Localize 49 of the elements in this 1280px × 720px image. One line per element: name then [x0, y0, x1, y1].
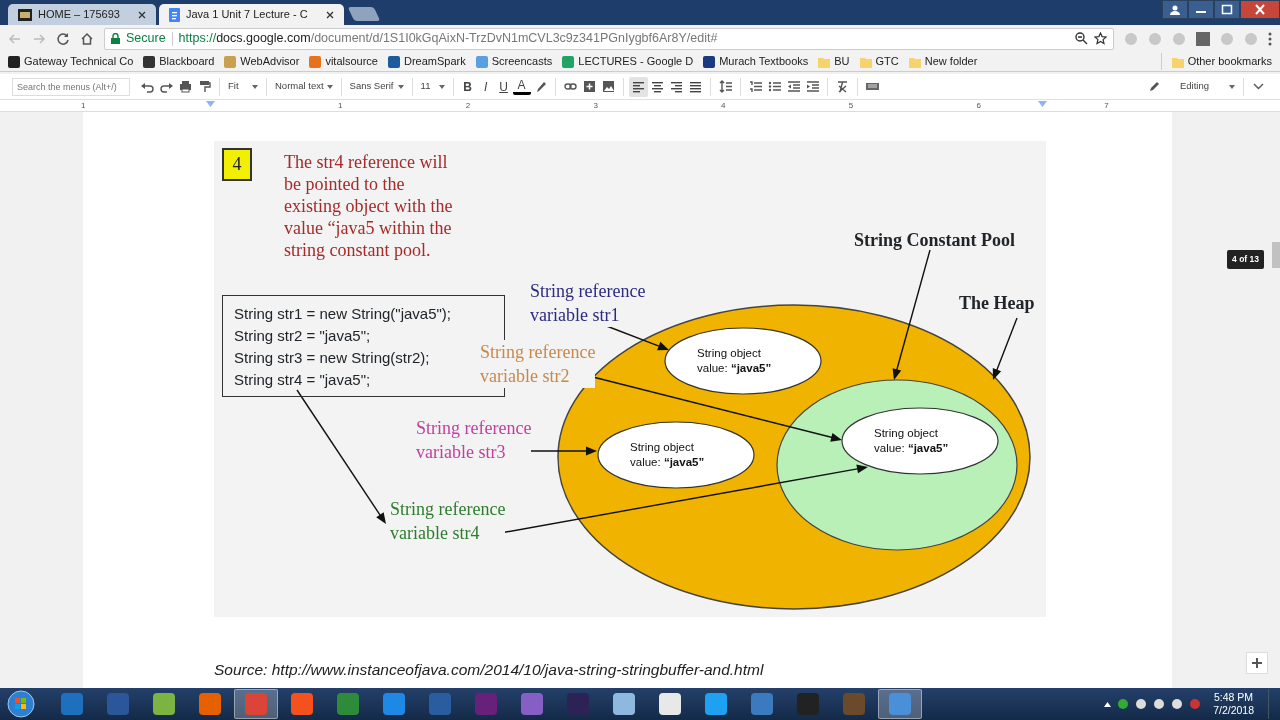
- ruler-number: 4: [721, 100, 726, 112]
- bookmark[interactable]: Screencasts: [475, 53, 553, 70]
- ruler-number: 6: [976, 100, 981, 112]
- mode-dropdown[interactable]: Editing: [1146, 76, 1238, 97]
- font-size-dropdown[interactable]: 11: [417, 76, 448, 97]
- caption-text: Source: http://www.instanceofjava.com/2014/10/java-string-stringbuffer-and.html: [214, 660, 765, 680]
- format-button[interactable]: I: [476, 76, 495, 97]
- bookmark[interactable]: Other bookmarks: [1160, 53, 1272, 70]
- heap-title: The Heap: [959, 292, 1035, 314]
- ruler-number: 1: [338, 100, 343, 112]
- page-indicator: 4 of 13: [1227, 250, 1264, 269]
- bookmark[interactable]: DreamSpark: [388, 53, 466, 70]
- bookmark[interactable]: BU: [818, 53, 850, 70]
- zoom-dropdown[interactable]: Fit: [225, 76, 261, 97]
- address-bar[interactable]: Secure https://docs.google.com/document/d/1S1I0kGqAixN-TrzDvN1mCVL3c9z341PGnIygbf6Ar8Y/edit#: [104, 27, 1114, 50]
- bookmark[interactable]: Murach Textbooks: [703, 53, 809, 70]
- ruler-number: 5: [848, 100, 854, 112]
- bookmark[interactable]: WebAdvisor: [224, 53, 300, 70]
- bookmark[interactable]: GTC: [859, 53, 899, 70]
- object-text: String object value: “java5”: [874, 426, 949, 456]
- clock-date: 7/2/2018: [1213, 704, 1254, 717]
- style-dropdown[interactable]: Normal text: [272, 76, 336, 97]
- code-line: String str2 = "java5";: [234, 326, 372, 346]
- object-text: String object value: “java5”: [697, 346, 772, 376]
- bookmark[interactable]: New folder: [908, 53, 978, 70]
- bookmark[interactable]: Gateway Technical Co: [8, 53, 134, 70]
- font-dropdown[interactable]: Sans Serif: [346, 76, 407, 97]
- ruler-number: 1: [81, 100, 86, 112]
- search-field[interactable]: Search the menus (Alt+/): [12, 77, 130, 96]
- ruler-number: 7: [1104, 100, 1109, 112]
- browser-tab[interactable]: HOME – 175693: [8, 4, 156, 25]
- format-button[interactable]: U: [494, 76, 513, 97]
- bookmark[interactable]: vitalsource: [309, 53, 378, 70]
- note-text: The str4 reference will be pointed to the existing object with the value “java5 within the string constant pool.: [284, 151, 453, 261]
- ruler-number: 2: [465, 100, 471, 112]
- code-line: String str1 = new String("java5");: [234, 304, 452, 324]
- bookmark[interactable]: Blackboard: [143, 53, 215, 70]
- clock-time: 5:48 PM: [1214, 691, 1254, 704]
- ruler-number: 3: [593, 100, 598, 112]
- format-button[interactable]: B: [458, 76, 477, 97]
- security-label: Secure: [126, 30, 166, 48]
- bookmark[interactable]: LECTURES - Google D: [562, 53, 694, 70]
- url-text: https://docs.google.com/document/d/1S1I0kGqAixN-TrzDvN1mCVL3c9z341PGnIygbf6Ar8Y/edit#: [178, 30, 719, 48]
- browser-tab[interactable]: Java 1 Unit 7 Lecture - C: [158, 4, 344, 25]
- pool-title: String Constant Pool: [854, 229, 1015, 251]
- object-text: String object value: “java5”: [630, 440, 705, 470]
- format-button[interactable]: A: [512, 78, 531, 95]
- step-number: 4: [222, 148, 252, 181]
- reference-label: String reference variable str2: [480, 340, 596, 388]
